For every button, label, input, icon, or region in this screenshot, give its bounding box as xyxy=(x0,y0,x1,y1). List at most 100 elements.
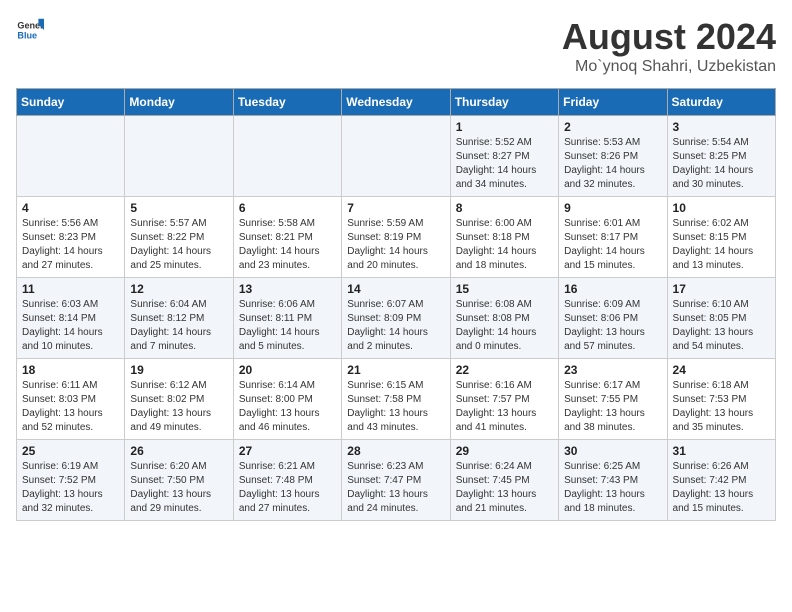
cell-info: Sunrise: 5:53 AM Sunset: 8:26 PM Dayligh… xyxy=(564,136,661,192)
calendar-cell: 8 Sunrise: 6:00 AM Sunset: 8:18 PM Daylig… xyxy=(450,197,558,278)
calendar-cell: 7 Sunrise: 5:59 AM Sunset: 8:19 PM Daylig… xyxy=(342,197,450,278)
day-number: 18 xyxy=(22,363,119,377)
calendar-cell: 27 Sunrise: 6:21 AM Sunset: 7:48 PM Dayli… xyxy=(233,440,341,521)
calendar-cell: 6 Sunrise: 5:58 AM Sunset: 8:21 PM Daylig… xyxy=(233,197,341,278)
day-number: 25 xyxy=(22,444,119,458)
cell-info: Sunrise: 5:58 AM Sunset: 8:21 PM Dayligh… xyxy=(239,217,336,273)
logo-icon: General Blue xyxy=(16,16,44,44)
cell-info: Sunrise: 6:02 AM Sunset: 8:15 PM Dayligh… xyxy=(673,217,770,273)
cell-info: Sunrise: 6:06 AM Sunset: 8:11 PM Dayligh… xyxy=(239,298,336,354)
day-number: 13 xyxy=(239,282,336,296)
day-number: 24 xyxy=(673,363,770,377)
calendar-cell xyxy=(17,116,125,197)
calendar-cell: 15 Sunrise: 6:08 AM Sunset: 8:08 PM Dayli… xyxy=(450,278,558,359)
cell-info: Sunrise: 6:12 AM Sunset: 8:02 PM Dayligh… xyxy=(130,379,227,435)
day-number: 9 xyxy=(564,201,661,215)
col-header-wednesday: Wednesday xyxy=(342,89,450,116)
calendar-cell: 3Sunrise: 5:54 AM Sunset: 8:25 PM Daylig… xyxy=(667,116,775,197)
cell-info: Sunrise: 6:20 AM Sunset: 7:50 PM Dayligh… xyxy=(130,460,227,516)
cell-info: Sunrise: 5:52 AM Sunset: 8:27 PM Dayligh… xyxy=(456,136,553,192)
week-row-1: 1 Sunrise: 5:52 AM Sunset: 8:27 PM Daylig… xyxy=(17,116,776,197)
cell-info: Sunrise: 6:24 AM Sunset: 7:45 PM Dayligh… xyxy=(456,460,553,516)
day-number: 27 xyxy=(239,444,336,458)
col-header-thursday: Thursday xyxy=(450,89,558,116)
calendar-cell xyxy=(233,116,341,197)
calendar-cell: 31 Sunrise: 6:26 AM Sunset: 7:42 PM Dayli… xyxy=(667,440,775,521)
day-number: 22 xyxy=(456,363,553,377)
calendar-cell: 16Sunrise: 6:09 AM Sunset: 8:06 PM Dayli… xyxy=(559,278,667,359)
week-row-5: 25 Sunrise: 6:19 AM Sunset: 7:52 PM Dayli… xyxy=(17,440,776,521)
cell-info: Sunrise: 6:26 AM Sunset: 7:42 PM Dayligh… xyxy=(673,460,770,516)
calendar-cell: 21Sunrise: 6:15 AM Sunset: 7:58 PM Dayli… xyxy=(342,359,450,440)
cell-info: Sunrise: 6:08 AM Sunset: 8:08 PM Dayligh… xyxy=(456,298,553,354)
calendar-cell: 10 Sunrise: 6:02 AM Sunset: 8:15 PM Dayli… xyxy=(667,197,775,278)
cell-info: Sunrise: 6:00 AM Sunset: 8:18 PM Dayligh… xyxy=(456,217,553,273)
cell-info: Sunrise: 6:21 AM Sunset: 7:48 PM Dayligh… xyxy=(239,460,336,516)
subtitle: Mo`ynoq Shahri, Uzbekistan xyxy=(562,58,776,76)
calendar-cell: 11 Sunrise: 6:03 AM Sunset: 8:14 PM Dayli… xyxy=(17,278,125,359)
svg-text:Blue: Blue xyxy=(17,30,37,40)
day-number: 1 xyxy=(456,120,553,134)
calendar-cell: 13 Sunrise: 6:06 AM Sunset: 8:11 PM Dayli… xyxy=(233,278,341,359)
day-number: 7 xyxy=(347,201,444,215)
calendar-cell: 29 Sunrise: 6:24 AM Sunset: 7:45 PM Dayli… xyxy=(450,440,558,521)
calendar-cell: 9 Sunrise: 6:01 AM Sunset: 8:17 PM Daylig… xyxy=(559,197,667,278)
cell-info: Sunrise: 6:19 AM Sunset: 7:52 PM Dayligh… xyxy=(22,460,119,516)
day-number: 15 xyxy=(456,282,553,296)
day-number: 26 xyxy=(130,444,227,458)
calendar-table: SundayMondayTuesdayWednesdayThursdayFrid… xyxy=(16,88,776,521)
week-row-3: 11 Sunrise: 6:03 AM Sunset: 8:14 PM Dayli… xyxy=(17,278,776,359)
calendar-cell: 24 Sunrise: 6:18 AM Sunset: 7:53 PM Dayli… xyxy=(667,359,775,440)
cell-info: Sunrise: 6:10 AM Sunset: 8:05 PM Dayligh… xyxy=(673,298,770,354)
cell-info: Sunrise: 6:03 AM Sunset: 8:14 PM Dayligh… xyxy=(22,298,119,354)
cell-info: Sunrise: 6:14 AM Sunset: 8:00 PM Dayligh… xyxy=(239,379,336,435)
day-number: 2 xyxy=(564,120,661,134)
header-row: SundayMondayTuesdayWednesdayThursdayFrid… xyxy=(17,89,776,116)
day-number: 19 xyxy=(130,363,227,377)
col-header-saturday: Saturday xyxy=(667,89,775,116)
day-number: 8 xyxy=(456,201,553,215)
week-row-2: 4Sunrise: 5:56 AM Sunset: 8:23 PM Daylig… xyxy=(17,197,776,278)
day-number: 11 xyxy=(22,282,119,296)
calendar-cell: 12Sunrise: 6:04 AM Sunset: 8:12 PM Dayli… xyxy=(125,278,233,359)
day-number: 6 xyxy=(239,201,336,215)
col-header-friday: Friday xyxy=(559,89,667,116)
day-number: 12 xyxy=(130,282,227,296)
calendar-cell: 17 Sunrise: 6:10 AM Sunset: 8:05 PM Dayli… xyxy=(667,278,775,359)
day-number: 3 xyxy=(673,120,770,134)
logo: General Blue xyxy=(16,16,44,44)
calendar-cell: 25 Sunrise: 6:19 AM Sunset: 7:52 PM Dayli… xyxy=(17,440,125,521)
calendar-cell: 18 Sunrise: 6:11 AM Sunset: 8:03 PM Dayli… xyxy=(17,359,125,440)
day-number: 30 xyxy=(564,444,661,458)
cell-info: Sunrise: 6:23 AM Sunset: 7:47 PM Dayligh… xyxy=(347,460,444,516)
day-number: 10 xyxy=(673,201,770,215)
cell-info: Sunrise: 6:17 AM Sunset: 7:55 PM Dayligh… xyxy=(564,379,661,435)
cell-info: Sunrise: 5:59 AM Sunset: 8:19 PM Dayligh… xyxy=(347,217,444,273)
cell-info: Sunrise: 6:07 AM Sunset: 8:09 PM Dayligh… xyxy=(347,298,444,354)
calendar-cell: 5 Sunrise: 5:57 AM Sunset: 8:22 PM Daylig… xyxy=(125,197,233,278)
header: General Blue August 2024 Mo`ynoq Shahri,… xyxy=(16,16,776,76)
calendar-cell: 28 Sunrise: 6:23 AM Sunset: 7:47 PM Dayli… xyxy=(342,440,450,521)
day-number: 31 xyxy=(673,444,770,458)
calendar-cell: 30Sunrise: 6:25 AM Sunset: 7:43 PM Dayli… xyxy=(559,440,667,521)
calendar-cell xyxy=(342,116,450,197)
day-number: 29 xyxy=(456,444,553,458)
col-header-monday: Monday xyxy=(125,89,233,116)
calendar-cell: 2 Sunrise: 5:53 AM Sunset: 8:26 PM Daylig… xyxy=(559,116,667,197)
cell-info: Sunrise: 6:18 AM Sunset: 7:53 PM Dayligh… xyxy=(673,379,770,435)
day-number: 5 xyxy=(130,201,227,215)
cell-info: Sunrise: 6:11 AM Sunset: 8:03 PM Dayligh… xyxy=(22,379,119,435)
calendar-cell: 1 Sunrise: 5:52 AM Sunset: 8:27 PM Daylig… xyxy=(450,116,558,197)
day-number: 14 xyxy=(347,282,444,296)
col-header-sunday: Sunday xyxy=(17,89,125,116)
day-number: 16 xyxy=(564,282,661,296)
cell-info: Sunrise: 6:15 AM Sunset: 7:58 PM Dayligh… xyxy=(347,379,444,435)
day-number: 28 xyxy=(347,444,444,458)
cell-info: Sunrise: 6:01 AM Sunset: 8:17 PM Dayligh… xyxy=(564,217,661,273)
day-number: 17 xyxy=(673,282,770,296)
day-number: 23 xyxy=(564,363,661,377)
calendar-cell: 14 Sunrise: 6:07 AM Sunset: 8:09 PM Dayli… xyxy=(342,278,450,359)
main-title: August 2024 xyxy=(562,16,776,58)
cell-info: Sunrise: 5:57 AM Sunset: 8:22 PM Dayligh… xyxy=(130,217,227,273)
cell-info: Sunrise: 5:56 AM Sunset: 8:23 PM Dayligh… xyxy=(22,217,119,273)
